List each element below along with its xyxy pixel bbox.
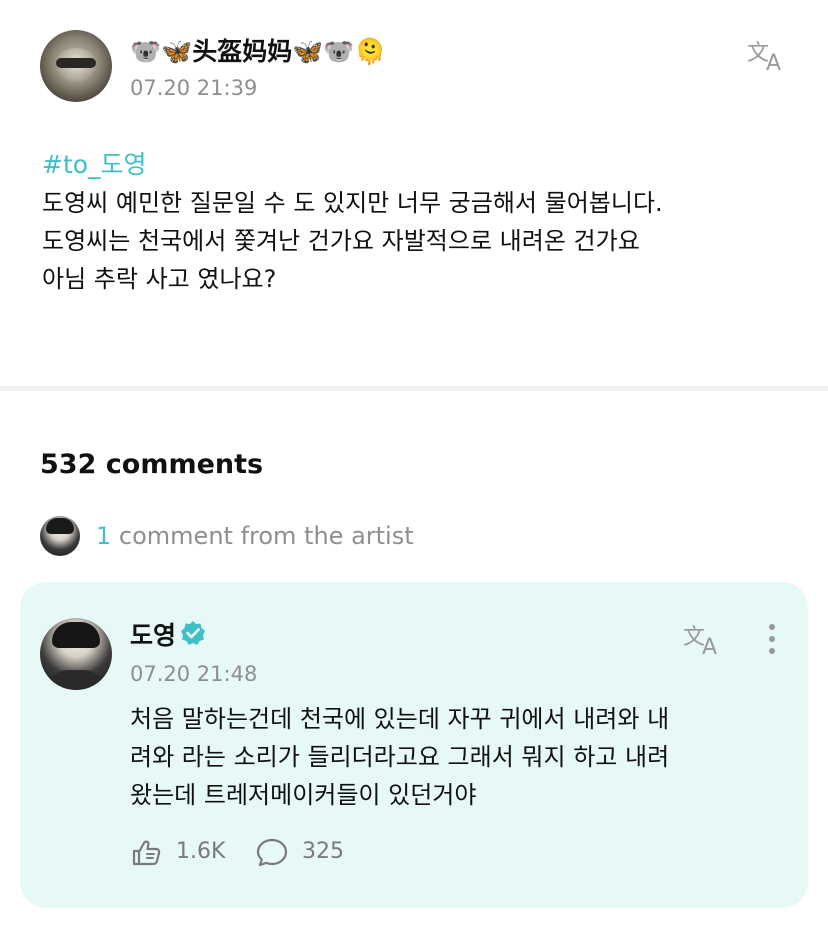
comment-bubble-icon [256,838,288,867]
artist-comment-label: comment from the artist [118,522,414,550]
artist-avatar-small [40,516,80,556]
verified-badge-icon [180,620,206,650]
section-divider [0,386,828,391]
post-line: 도영씨는 천국에서 쫓겨난 건가요 자발적으로 내려온 건가요 [42,227,640,255]
artist-comment-card: 도영 07.20 21:48 文 A 처음 말하는건데 천국에 있는데 자꾸 귀… [20,582,808,908]
comments-count: 532 comments [40,449,264,480]
artist-comment-time: 07.20 21:48 [130,662,258,686]
like-hand-icon [132,840,161,866]
svg-text:A: A [702,635,717,656]
avatar-hair [46,518,74,534]
avatar-mask [56,58,96,68]
avatar-shirt [48,670,104,690]
comment-line: 려와 라는 소리가 들리더라고요 그래서 뭐지 하고 내려 [130,743,670,771]
artist-comment-count: 1 [96,522,112,550]
more-dot [769,648,775,654]
like-count: 1.6K [176,839,226,864]
translate-icon[interactable]: 文 A [746,38,790,72]
artist-comment-body: 처음 말하는건데 천국에 있는데 자꾸 귀에서 내려와 내 려와 라는 소리가 … [130,700,790,814]
post-body: #to_도영 도영씨 예민한 질문일 수 도 있지만 너무 궁금해서 물어봅니다… [42,146,802,298]
more-vertical-icon[interactable] [762,624,782,658]
post-time: 07.20 21:39 [130,76,258,100]
translate-icon[interactable]: 文 A [682,622,726,656]
reply-count: 325 [302,839,344,864]
post-line: 아님 추락 사고 였나요? [42,265,277,293]
svg-text:A: A [766,51,781,72]
post-header: 🐨🦋头盔妈妈🦋🐨🫠 07.20 21:39 文 A [40,30,800,110]
avatar-hair [52,622,100,648]
comment-line: 왔는데 트레저메이커들이 있던거야 [130,781,477,809]
artist-comment-text: 1 comment from the artist [96,522,414,550]
post-line: 도영씨 예민한 질문일 수 도 있지만 너무 궁금해서 물어봅니다. [42,189,663,217]
author-name[interactable]: 🐨🦋头盔妈妈🦋🐨🫠 [130,32,386,68]
comment-line: 처음 말하는건데 천국에 있는데 자꾸 귀에서 내려와 내 [130,705,670,733]
more-dot [769,624,775,630]
more-dot [769,636,775,642]
post-hashtag[interactable]: #to_도영 [42,146,802,184]
artist-name[interactable]: 도영 [130,616,176,652]
artist-avatar[interactable] [40,618,112,690]
author-avatar[interactable] [40,30,112,102]
